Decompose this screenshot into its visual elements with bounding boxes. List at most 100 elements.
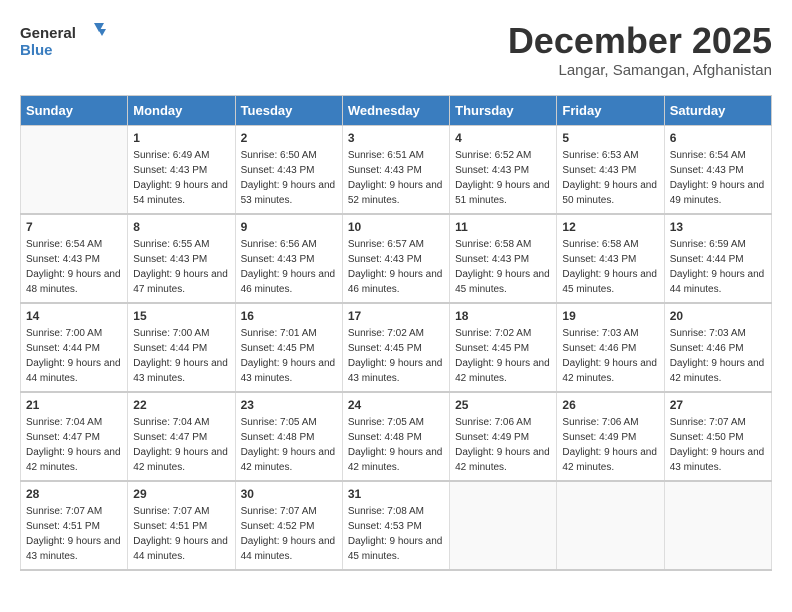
logo-svg: General Blue <box>20 20 110 65</box>
day-info: Sunrise: 7:00 AMSunset: 4:44 PMDaylight:… <box>26 326 122 386</box>
sunset-text: Sunset: 4:43 PM <box>26 254 100 265</box>
day-info: Sunrise: 6:53 AMSunset: 4:43 PMDaylight:… <box>562 148 658 208</box>
day-number: 11 <box>455 220 551 234</box>
daylight-text: Daylight: 9 hours and 54 minutes. <box>133 180 228 206</box>
calendar-day-cell: 6Sunrise: 6:54 AMSunset: 4:43 PMDaylight… <box>664 126 771 215</box>
calendar-week-row: 21Sunrise: 7:04 AMSunset: 4:47 PMDayligh… <box>21 392 772 481</box>
daylight-text: Daylight: 9 hours and 43 minutes. <box>26 536 121 562</box>
weekday-header-cell: Monday <box>128 96 235 126</box>
daylight-text: Daylight: 9 hours and 43 minutes. <box>241 358 336 384</box>
day-number: 2 <box>241 131 337 145</box>
calendar-day-cell: 22 Sunrise: 7:04 AMSunset: 4:47 PMDayligh… <box>128 392 235 481</box>
sunset-text: Sunset: 4:43 PM <box>562 254 636 265</box>
daylight-text: Daylight: 9 hours and 46 minutes. <box>348 269 443 295</box>
day-info: Sunrise: 7:08 AMSunset: 4:53 PMDaylight:… <box>348 504 444 564</box>
calendar-week-row: 1Sunrise: 6:49 AMSunset: 4:43 PMDaylight… <box>21 126 772 215</box>
day-number: 3 <box>348 131 444 145</box>
sunrise-text: Sunrise: 7:05 AM <box>241 417 317 428</box>
calendar-day-cell: 23Sunrise: 7:05 AMSunset: 4:48 PMDayligh… <box>235 392 342 481</box>
sunrise-text: Sunrise: 6:56 AM <box>241 239 317 250</box>
sunrise-text: Sunrise: 7:00 AM <box>26 328 102 339</box>
calendar-day-cell: 3 Sunrise: 6:51 AMSunset: 4:43 PMDaylight… <box>342 126 449 215</box>
daylight-text: Daylight: 9 hours and 42 minutes. <box>455 447 550 473</box>
calendar-day-cell: 9Sunrise: 6:56 AMSunset: 4:43 PMDaylight… <box>235 214 342 303</box>
sunrise-text: Sunrise: 7:07 AM <box>26 506 102 517</box>
title-area: December 2025 Langar, Samangan, Afghanis… <box>508 20 772 79</box>
calendar-day-cell: 27 Sunrise: 7:07 AMSunset: 4:50 PMDayligh… <box>664 392 771 481</box>
sunrise-text: Sunrise: 6:54 AM <box>26 239 102 250</box>
day-info: Sunrise: 7:03 AM Sunset: 4:46 PM Daylight:… <box>670 326 766 386</box>
day-info: Sunrise: 7:00 AM Sunset: 4:44 PM Daylight:… <box>133 326 229 386</box>
day-number: 27 <box>670 398 766 412</box>
svg-text:General: General <box>20 25 76 42</box>
sunrise-text: Sunrise: 7:03 AM <box>670 328 746 339</box>
sunset-text: Sunset: 4:43 PM <box>455 254 529 265</box>
sunrise-text: Sunrise: 7:01 AM <box>241 328 317 339</box>
sunset-text: Sunset: 4:47 PM <box>133 432 207 443</box>
sunset-text: Sunset: 4:43 PM <box>241 165 315 176</box>
daylight-text: Daylight: 9 hours and 44 minutes. <box>133 536 228 562</box>
sunrise-text: Sunrise: 7:03 AM <box>562 328 638 339</box>
calendar-day-cell: 11Sunrise: 6:58 AMSunset: 4:43 PMDayligh… <box>450 214 557 303</box>
sunset-text: Sunset: 4:44 PM <box>133 343 207 354</box>
calendar-day-cell: 8Sunrise: 6:55 AMSunset: 4:43 PMDaylight… <box>128 214 235 303</box>
day-info: Sunrise: 7:01 AMSunset: 4:45 PMDaylight:… <box>241 326 337 386</box>
sunrise-text: Sunrise: 6:59 AM <box>670 239 746 250</box>
day-info: Sunrise: 7:07 AMSunset: 4:51 PMDaylight:… <box>133 504 229 564</box>
calendar-body: 1Sunrise: 6:49 AMSunset: 4:43 PMDaylight… <box>21 126 772 571</box>
calendar-day-cell: 10Sunrise: 6:57 AMSunset: 4:43 PMDayligh… <box>342 214 449 303</box>
day-info: Sunrise: 7:05 AMSunset: 4:48 PMDaylight:… <box>348 415 444 475</box>
sunset-text: Sunset: 4:46 PM <box>670 343 744 354</box>
day-info: Sunrise: 6:54 AM Sunset: 4:43 PM Daylight:… <box>26 237 122 297</box>
calendar-day-cell <box>664 481 771 570</box>
day-info: Sunrise: 7:07 AMSunset: 4:50 PMDaylight:… <box>670 415 766 475</box>
daylight-text: Daylight: 9 hours and 48 minutes. <box>26 269 121 295</box>
sunset-text: Sunset: 4:43 PM <box>348 165 422 176</box>
weekday-header-row: SundayMondayTuesdayWednesdayThursdayFrid… <box>21 96 772 126</box>
sunrise-text: Sunrise: 6:49 AM <box>133 150 209 161</box>
day-info: Sunrise: 6:52 AMSunset: 4:43 PMDaylight:… <box>455 148 551 208</box>
sunset-text: Sunset: 4:43 PM <box>133 254 207 265</box>
logo: General Blue <box>20 20 110 65</box>
calendar-day-cell: 31Sunrise: 7:08 AMSunset: 4:53 PMDayligh… <box>342 481 449 570</box>
day-info: Sunrise: 6:59 AMSunset: 4:44 PMDaylight:… <box>670 237 766 297</box>
sunset-text: Sunset: 4:47 PM <box>26 432 100 443</box>
calendar-day-cell: 29Sunrise: 7:07 AMSunset: 4:51 PMDayligh… <box>128 481 235 570</box>
daylight-text: Daylight: 9 hours and 43 minutes. <box>670 447 765 473</box>
sunrise-text: Sunrise: 7:07 AM <box>241 506 317 517</box>
sunset-text: Sunset: 4:43 PM <box>455 165 529 176</box>
sunrise-text: Sunrise: 7:06 AM <box>455 417 531 428</box>
daylight-text: Daylight: 9 hours and 46 minutes. <box>241 269 336 295</box>
day-number: 10 <box>348 220 444 234</box>
day-number: 22 <box>133 398 229 412</box>
daylight-text: Daylight: 9 hours and 42 minutes. <box>133 447 228 473</box>
sunset-text: Sunset: 4:43 PM <box>241 254 315 265</box>
calendar-table: SundayMondayTuesdayWednesdayThursdayFrid… <box>20 95 772 571</box>
daylight-text: Daylight: 9 hours and 43 minutes. <box>133 358 228 384</box>
sunset-text: Sunset: 4:48 PM <box>241 432 315 443</box>
day-number: 26 <box>562 398 658 412</box>
day-number: 19 <box>562 309 658 323</box>
day-info: Sunrise: 6:51 AMSunset: 4:43 PMDaylight:… <box>348 148 444 208</box>
sunset-text: Sunset: 4:43 PM <box>670 165 744 176</box>
calendar-day-cell: 20Sunrise: 7:03 AMSunset: 4:46 PMDayligh… <box>664 303 771 392</box>
daylight-text: Daylight: 9 hours and 42 minutes. <box>670 358 765 384</box>
daylight-text: Daylight: 9 hours and 44 minutes. <box>670 269 765 295</box>
calendar-day-cell: 30Sunrise: 7:07 AMSunset: 4:52 PMDayligh… <box>235 481 342 570</box>
weekday-header-cell: Friday <box>557 96 664 126</box>
sunrise-text: Sunrise: 7:07 AM <box>670 417 746 428</box>
day-info: Sunrise: 6:49 AMSunset: 4:43 PMDaylight:… <box>133 148 229 208</box>
day-info: Sunrise: 7:04 AMSunset: 4:47 PMDaylight:… <box>133 415 229 475</box>
day-number: 14 <box>26 309 122 323</box>
sunset-text: Sunset: 4:49 PM <box>562 432 636 443</box>
daylight-text: Daylight: 9 hours and 52 minutes. <box>348 180 443 206</box>
day-info: Sunrise: 7:02 AMSunset: 4:45 PMDaylight:… <box>455 326 551 386</box>
weekday-header-cell: Saturday <box>664 96 771 126</box>
sunrise-text: Sunrise: 7:07 AM <box>133 506 209 517</box>
daylight-text: Daylight: 9 hours and 42 minutes. <box>562 358 657 384</box>
day-info: Sunrise: 6:55 AMSunset: 4:43 PMDaylight:… <box>133 237 229 297</box>
weekday-header-cell: Thursday <box>450 96 557 126</box>
sunrise-text: Sunrise: 7:00 AM <box>133 328 209 339</box>
calendar-day-cell: 26Sunrise: 7:06 AMSunset: 4:49 PMDayligh… <box>557 392 664 481</box>
daylight-text: Daylight: 9 hours and 45 minutes. <box>348 536 443 562</box>
